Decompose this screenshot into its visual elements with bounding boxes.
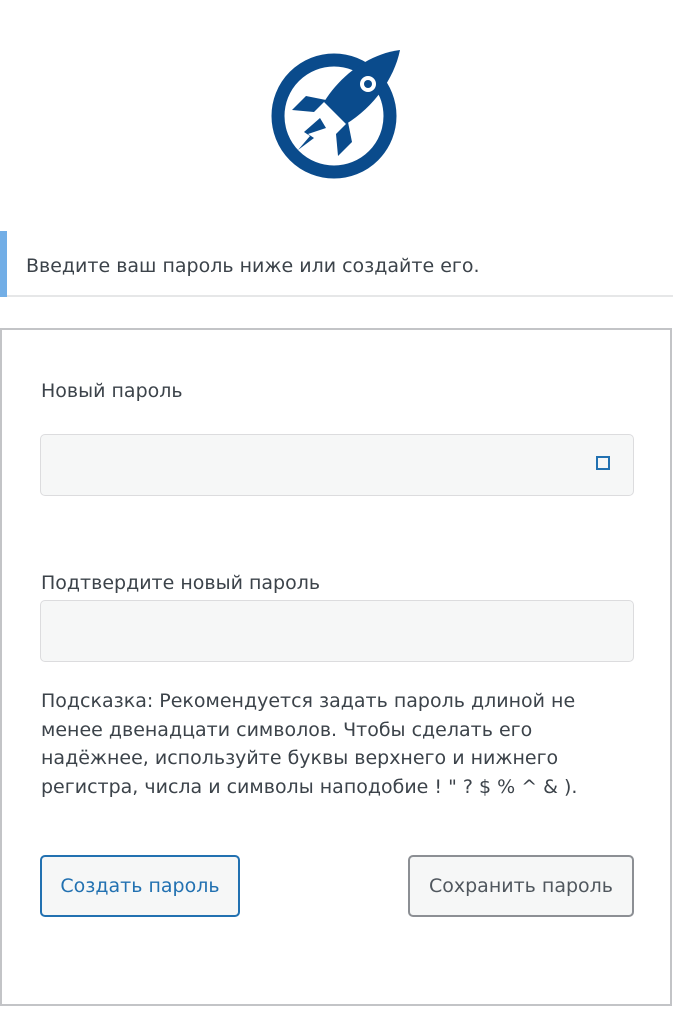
- password-hint: Подсказка: Рекомендуется задать пароль д…: [41, 690, 578, 798]
- reset-password-page: Введите ваш пароль ниже или создайте его…: [0, 0, 673, 1024]
- save-password-button[interactable]: Сохранить пароль: [408, 855, 634, 917]
- new-password-label: Новый пароль: [41, 380, 183, 402]
- reset-password-form: Новый пароль Подтвердите новый пароль По…: [0, 328, 672, 1006]
- rocket-logo-icon: [271, 50, 400, 179]
- generate-password-button[interactable]: Создать пароль: [40, 855, 240, 917]
- new-password-field-wrapper: [40, 434, 634, 496]
- notice-text: Введите ваш пароль ниже или создайте его…: [26, 255, 480, 277]
- confirm-password-field-wrapper: [40, 600, 634, 662]
- new-password-input[interactable]: [41, 435, 633, 495]
- notice-accent-bar: [0, 231, 7, 297]
- confirm-password-label: Подтвердите новый пароль: [41, 572, 321, 594]
- show-password-icon[interactable]: [596, 456, 610, 470]
- info-notice: Введите ваш пароль ниже или создайте его…: [0, 231, 673, 297]
- confirm-password-input[interactable]: [41, 601, 633, 661]
